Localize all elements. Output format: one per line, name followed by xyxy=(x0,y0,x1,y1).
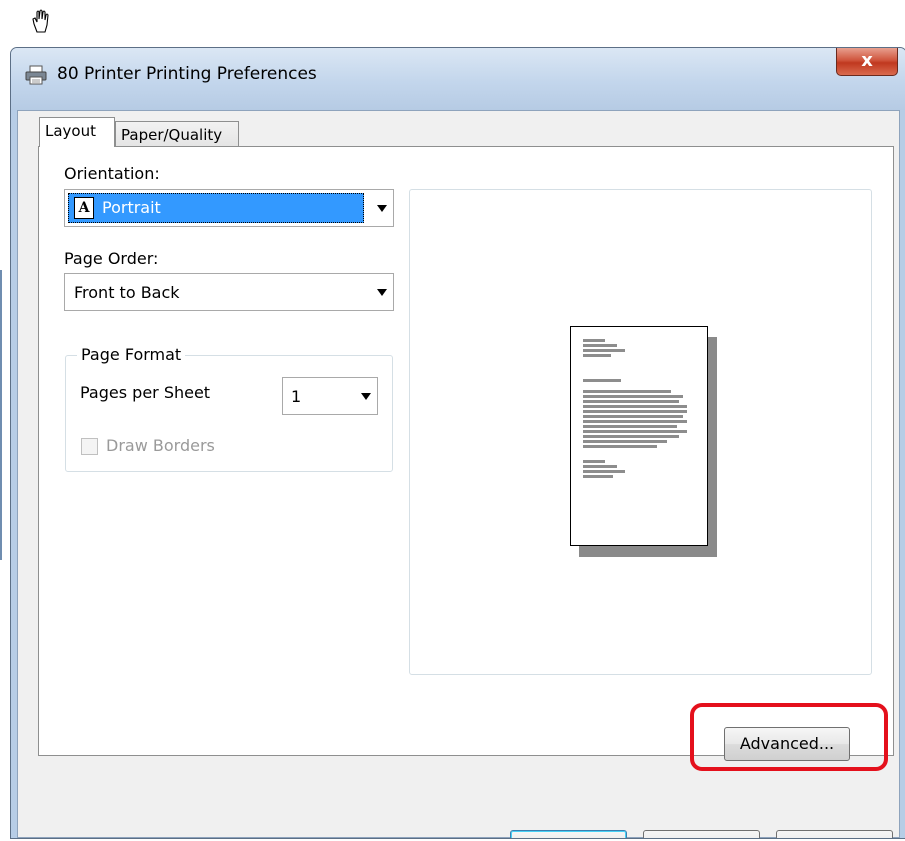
dropdown-arrow-icon xyxy=(377,289,387,296)
page-format-title: Page Format xyxy=(77,345,186,364)
page-order-value: Front to Back xyxy=(74,283,180,302)
draw-borders-label: Draw Borders xyxy=(106,436,215,455)
page-order-dropdown[interactable]: Front to Back xyxy=(64,273,394,311)
layout-preview xyxy=(409,189,872,675)
orientation-selection: A Portrait xyxy=(68,193,364,223)
orientation-dropdown[interactable]: A Portrait xyxy=(64,189,394,227)
document-icon: A xyxy=(74,197,94,219)
dropdown-arrow-icon xyxy=(361,393,371,400)
preview-page xyxy=(570,326,708,546)
tab-label: Paper/Quality xyxy=(121,126,223,144)
window-title: 80 Printer Printing Preferences xyxy=(57,64,317,84)
tab-label: Layout xyxy=(45,122,96,140)
tab-layout[interactable]: Layout xyxy=(39,117,115,147)
close-icon: x xyxy=(861,50,873,71)
orientation-value: Portrait xyxy=(102,198,161,217)
layout-tab-panel: Orientation: A Portrait Page Order: Fron… xyxy=(38,146,894,761)
cancel-button[interactable]: Cancel xyxy=(643,830,760,838)
pages-per-sheet-dropdown[interactable]: 1 xyxy=(282,377,378,415)
page-order-label: Page Order: xyxy=(64,249,159,268)
dropdown-arrow-icon xyxy=(377,205,387,212)
tab-paper-quality[interactable]: Paper/Quality xyxy=(115,121,239,149)
title-bar: 80 Printer Printing Preferences x xyxy=(11,48,905,110)
pages-per-sheet-label: Pages per Sheet xyxy=(80,383,211,402)
draw-borders-checkbox[interactable] xyxy=(81,438,98,455)
printer-icon xyxy=(25,65,47,85)
background-window-edge xyxy=(0,270,2,560)
orientation-label: Orientation: xyxy=(64,164,160,183)
hand-cursor-icon xyxy=(32,9,49,33)
ok-button[interactable]: OK xyxy=(510,830,627,838)
apply-button[interactable]: Apply xyxy=(776,830,893,838)
annotation-highlight-box xyxy=(690,703,888,771)
pages-per-sheet-value: 1 xyxy=(291,387,302,406)
close-button[interactable]: x xyxy=(836,48,898,76)
